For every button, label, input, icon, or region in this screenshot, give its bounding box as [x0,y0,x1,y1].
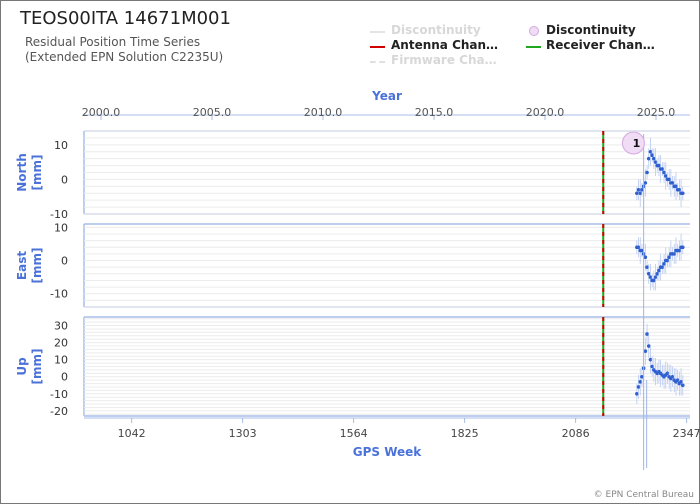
top-axis-tick-label: 2025.0 [637,106,676,119]
data-point [636,385,641,389]
data-point [680,191,685,196]
y-tick-label: -20 [50,405,68,418]
data-point [645,265,649,269]
data-point [646,156,651,161]
data-point [679,380,683,384]
y-tick-label: 0 [61,173,68,186]
bottom-axis-tick-label: 2086 [562,427,590,440]
data-point [657,268,661,273]
data-point [648,275,653,279]
y-axis-unit: [mm] [30,155,44,191]
data-point [646,272,651,276]
credit-text: © EPN Central Bureau [593,490,694,500]
data-point [677,187,682,192]
data-point [636,245,641,250]
panel-east [83,223,690,308]
data-point [638,380,643,384]
data-point [650,153,654,158]
bottom-axis-tick-label: 1303 [229,427,257,440]
data-point [674,184,678,189]
data-point [662,262,666,266]
data-point [645,332,649,336]
data-point [650,364,654,369]
data-point [655,272,660,276]
y-tick-label: 10 [54,139,68,152]
y-tick-label: 10 [54,354,68,367]
data-point [680,245,685,250]
top-axis-tick-label: 2010.0 [304,106,343,119]
data-point [670,374,675,379]
panel-up [83,316,690,417]
time-series-plot: 2000.0 2005.0 2010.0 2015.0 2020.0 2025.0 Year… [15,89,700,470]
y-axis-unit: [mm] [30,248,44,284]
data-point [652,156,656,161]
top-axis-label: Year [371,89,402,103]
data-point [670,181,675,185]
y-tick-label: -10 [50,288,68,301]
bottom-axis-label: GPS Week [353,445,423,459]
y-axis-label-east: East [15,251,29,280]
top-axis-tick-label: 2000.0 [82,106,121,119]
top-axis-tick-label: 2005.0 [193,106,232,119]
data-point [636,187,641,192]
data-point [648,357,653,362]
y-axis-unit: [mm] [30,349,44,385]
data-point [667,177,671,182]
top-axis-tick-label: 2015.0 [415,106,454,119]
data-point [646,344,651,348]
panel-north [83,130,690,215]
y-axis-label-up: Up [15,357,29,376]
data-point [665,371,670,376]
data-point [653,160,658,164]
data-point [657,163,661,168]
y-tick-label: -10 [50,208,68,221]
discontinuity-marker-label: 1 [633,137,641,150]
data-point [638,191,643,196]
bottom-axis-tick-label: 2347 [673,427,700,440]
y-axis-label-north: North [15,153,29,191]
data-point [675,378,680,382]
y-tick-label: -10 [50,388,68,401]
data-point [652,278,656,283]
data-point [653,275,658,279]
data-point [667,255,671,259]
data-point [635,392,639,396]
data-point [677,248,682,253]
data-point [680,383,685,388]
bottom-axis-tick-label: 1825 [451,427,479,440]
data-point [660,265,665,269]
top-axis-tick-label: 2020.0 [526,106,565,119]
y-tick-label: 0 [61,255,68,268]
data-point [672,252,677,256]
bottom-axis-tick-label: 1042 [118,427,146,440]
data-point [635,191,639,196]
y-tick-label: 20 [54,337,68,350]
data-point [663,174,668,178]
data-point [645,170,649,175]
data-point [665,258,670,263]
y-tick-label: 10 [54,221,68,234]
y-tick-label: 0 [61,371,68,384]
y-tick-label: 30 [54,320,68,333]
data-point [662,170,666,175]
data-point [660,167,665,171]
bottom-axis-tick-label: 1564 [340,427,368,440]
data-point [648,149,653,154]
